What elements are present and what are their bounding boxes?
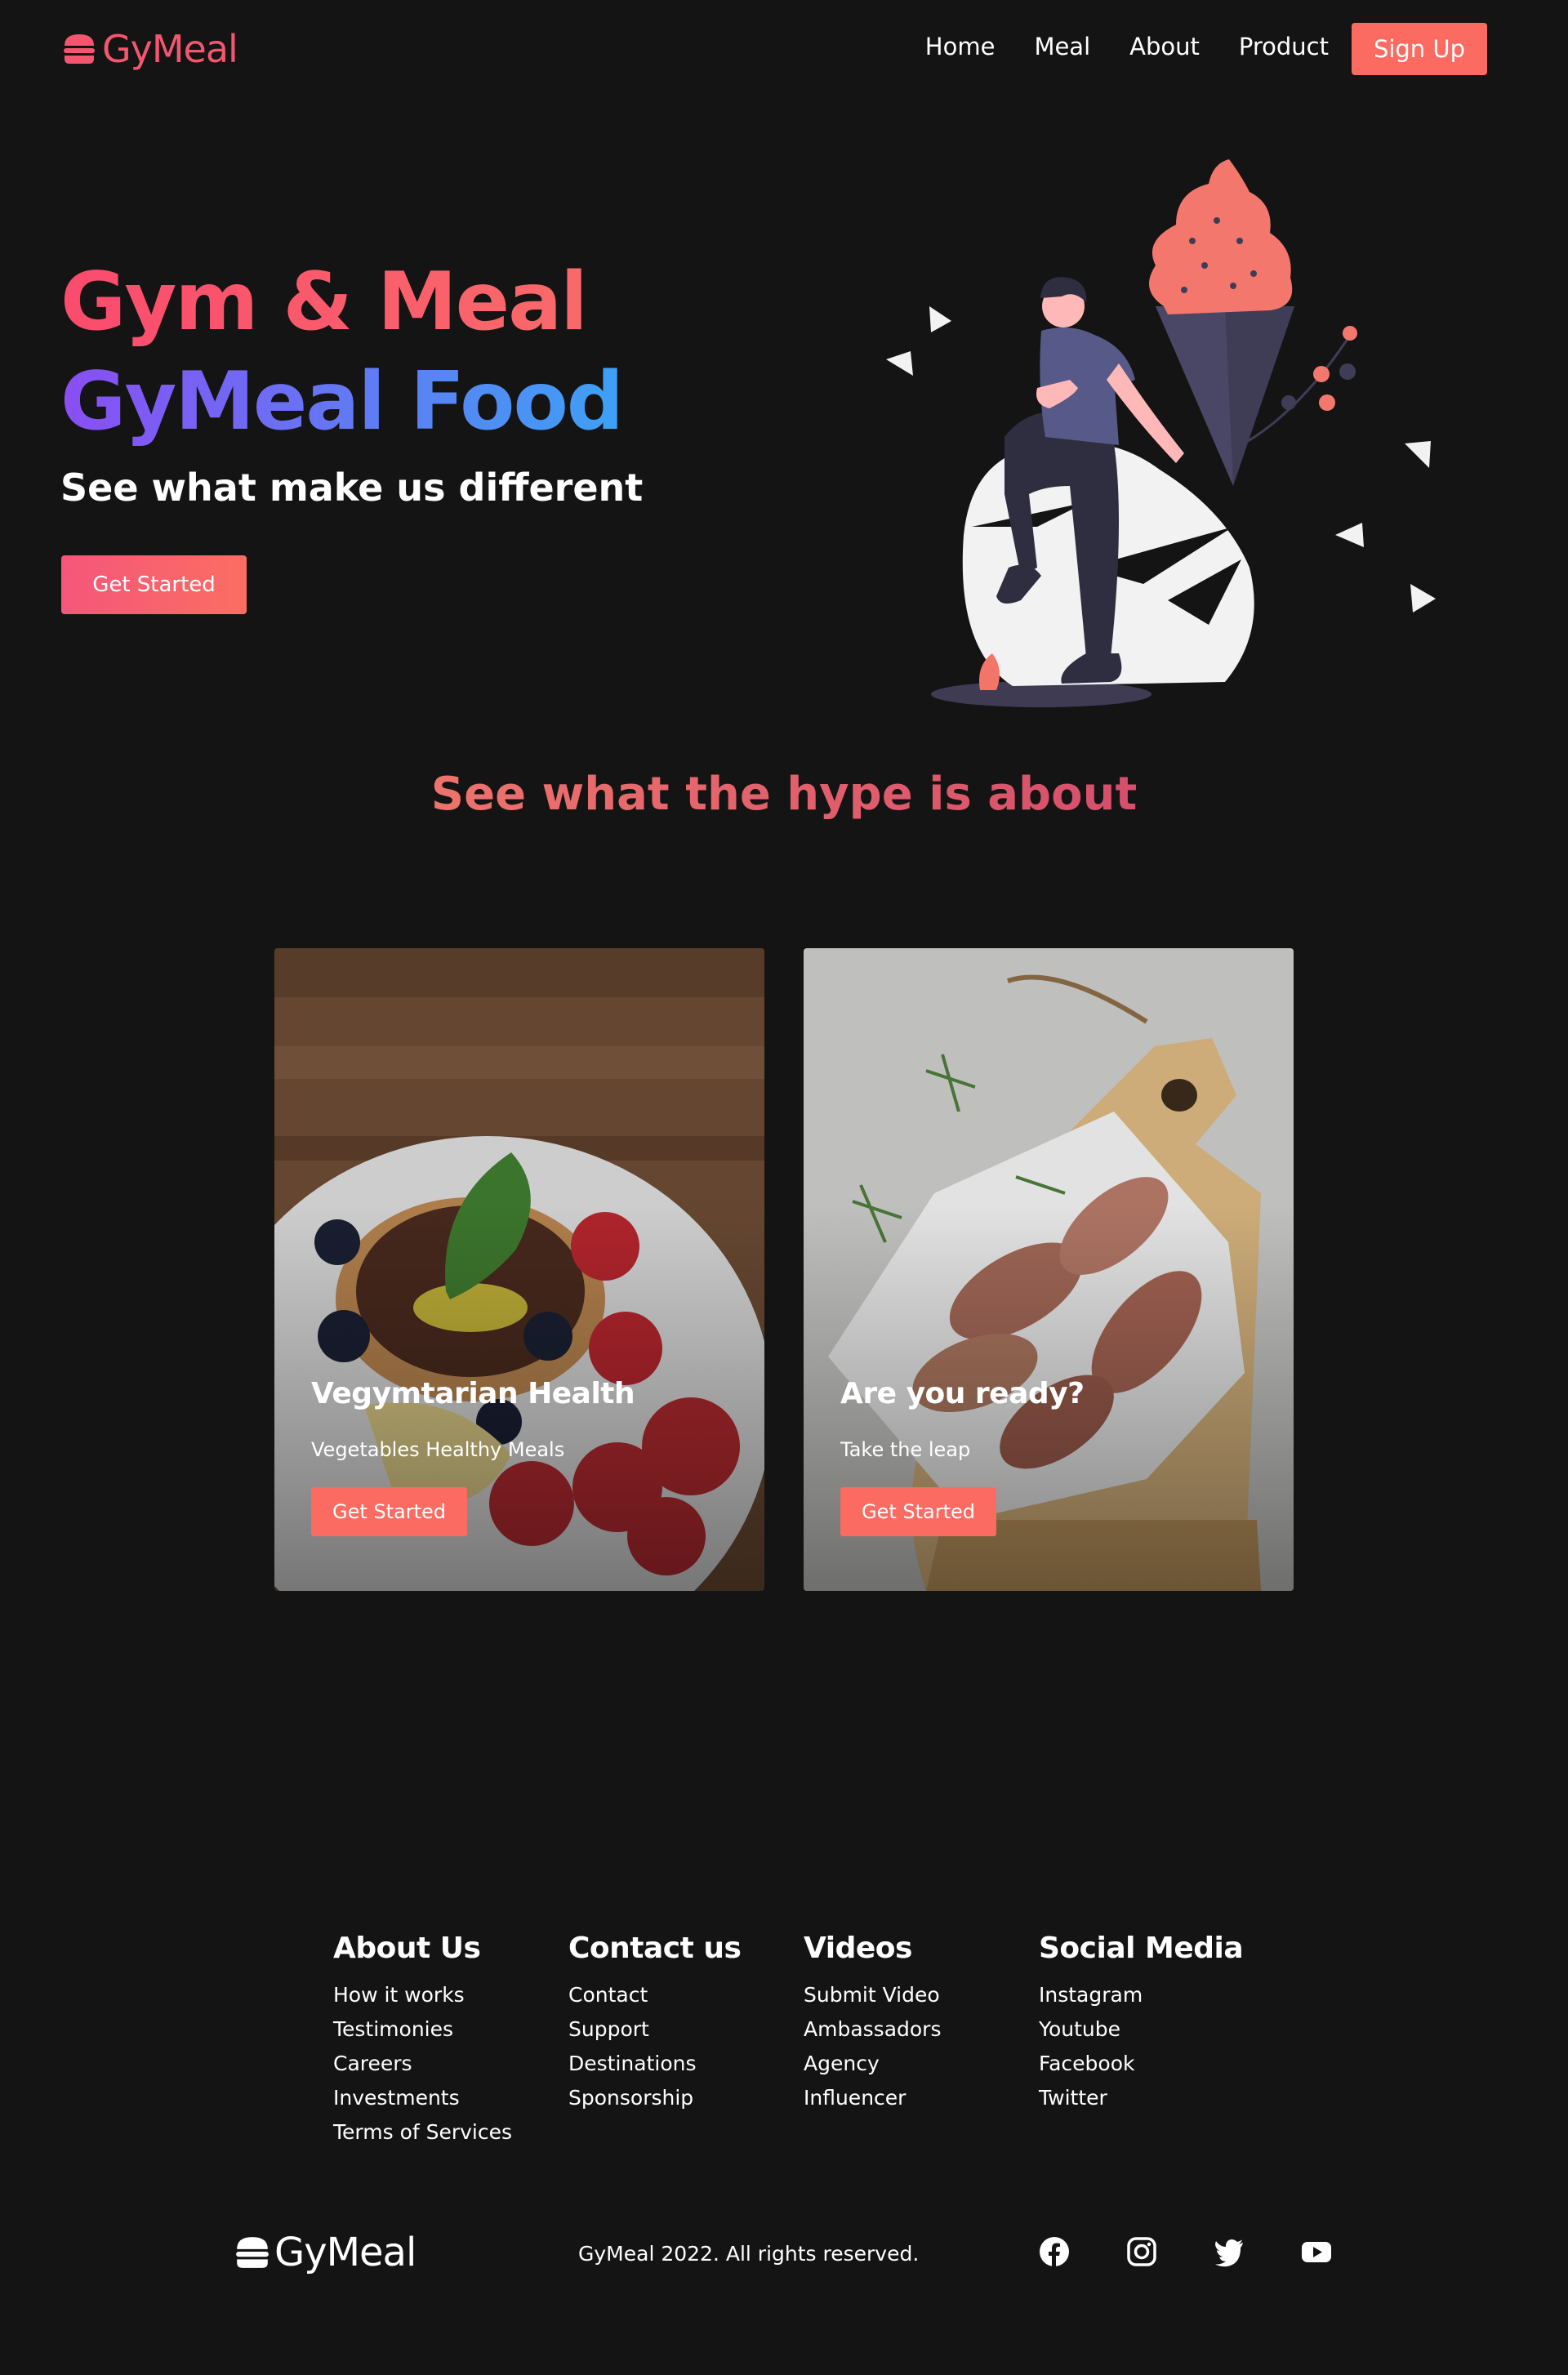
footer-column-title: Contact us (568, 1932, 742, 1965)
youtube-icon[interactable] (1301, 2236, 1332, 2267)
burger-icon (64, 34, 95, 64)
footer-link[interactable]: Influencer (804, 2081, 941, 2115)
footer-link[interactable]: Ambassadors (804, 2012, 941, 2047)
footer-link[interactable]: Investments (333, 2081, 512, 2115)
instagram-icon[interactable] (1126, 2236, 1157, 2267)
card-title: Are you ready? (840, 1377, 1085, 1410)
card-title: Vegymtarian Health (311, 1377, 635, 1410)
facebook-icon[interactable] (1039, 2236, 1070, 2267)
nav-links: Home Meal About Product (925, 33, 1329, 60)
hero-get-started-button[interactable]: Get Started (61, 555, 247, 614)
burger-icon (236, 2237, 269, 2268)
footer-link[interactable]: Destinations (568, 2047, 741, 2081)
brand-name: GyMeal (102, 27, 238, 71)
navbar: GyMeal Home Meal About Product Sign Up (0, 0, 1568, 98)
footer-link[interactable]: Youtube (1039, 2012, 1243, 2047)
footer-column-videos: Videos Submit Video Ambassadors Agency I… (804, 1932, 941, 2115)
footer-link[interactable]: Testimonies (333, 2012, 512, 2047)
social-icons (1039, 2236, 1332, 2267)
hero-subtitle: See what make us different (60, 466, 644, 510)
footer-link[interactable]: Twitter (1039, 2081, 1243, 2115)
nav-link-product[interactable]: Product (1239, 33, 1329, 60)
footer-link[interactable]: Facebook (1039, 2047, 1243, 2081)
nav-link-home[interactable]: Home (925, 33, 996, 60)
footer-link[interactable]: Instagram (1039, 1978, 1243, 2012)
card-subtitle: Vegetables Healthy Meals (311, 1438, 565, 1461)
footer-column-social: Social Media Instagram Youtube Facebook … (1039, 1932, 1244, 2115)
meal-card-vegetarian: Vegymtarian Health Vegetables Healthy Me… (274, 948, 764, 1591)
footer-column-title: Videos (804, 1932, 912, 1965)
copyright-text: GyMeal 2022. All rights reserved. (578, 2242, 920, 2266)
signup-button[interactable]: Sign Up (1352, 23, 1487, 75)
footer-column-about: About Us How it works Testimonies Career… (333, 1932, 512, 2150)
footer-logo[interactable]: GyMeal (234, 2230, 416, 2275)
footer-column-title: About Us (333, 1932, 481, 1965)
footer-link[interactable]: Careers (333, 2047, 512, 2081)
footer-link[interactable]: Contact (568, 1978, 741, 2012)
card-subtitle: Take the leap (840, 1438, 971, 1461)
hero-title-primary: Gym & Meal (60, 253, 588, 351)
footer-column-contact: Contact us Contact Support Destinations … (568, 1932, 742, 2115)
card-get-started-button[interactable]: Get Started (840, 1487, 996, 1536)
meal-card-ready: Are you ready? Take the leap Get Started (804, 948, 1294, 1591)
hero-illustration (886, 159, 1436, 707)
nav-link-meal[interactable]: Meal (1034, 33, 1090, 60)
footer-link[interactable]: How it works (333, 1978, 512, 2012)
brand-name: GyMeal (274, 2230, 416, 2275)
footer-link[interactable]: Terms of Services (333, 2115, 512, 2150)
hero-title-secondary: GyMeal Food (60, 353, 624, 451)
footer-column-title: Social Media (1039, 1932, 1244, 1965)
card-get-started-button[interactable]: Get Started (311, 1487, 467, 1536)
twitter-icon[interactable] (1214, 2236, 1245, 2267)
footer-link[interactable]: Agency (804, 2047, 941, 2081)
footer-link[interactable]: Sponsorship (568, 2081, 741, 2115)
footer-link[interactable]: Submit Video (804, 1978, 941, 2012)
brand-logo[interactable]: GyMeal (61, 25, 238, 74)
footer-link[interactable]: Support (568, 2012, 741, 2047)
nav-link-about[interactable]: About (1129, 33, 1200, 60)
hype-heading: See what the hype is about (0, 768, 1568, 821)
